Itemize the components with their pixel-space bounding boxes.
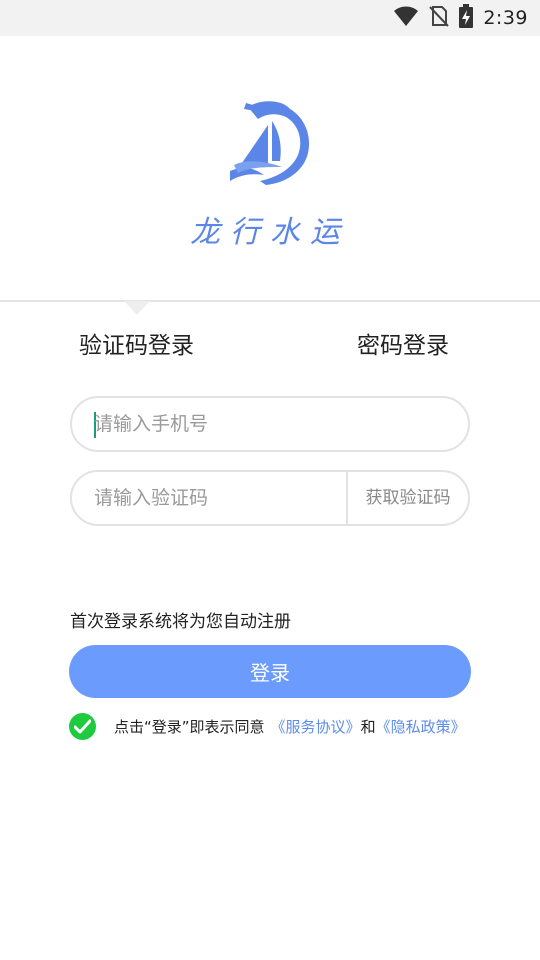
auto-register-hint: 首次登录系统将为您自动注册 <box>70 612 291 632</box>
code-field: 获取验证码 <box>70 470 470 526</box>
tab-divider <box>0 300 540 302</box>
tab-password-login[interactable]: 密码登录 <box>357 326 449 362</box>
app-logo: 龙行水运 <box>0 95 540 255</box>
brand-name: 龙行水运 <box>190 215 350 250</box>
dragon-sailboat-logo-icon <box>230 101 310 185</box>
status-time: 2:39 <box>483 7 528 29</box>
agreement-conjunction: 和 <box>360 718 376 736</box>
phone-field <box>70 396 470 452</box>
active-tab-indicator <box>124 301 150 315</box>
battery-charging-icon <box>459 4 474 32</box>
status-icons: 2:39 <box>393 0 528 36</box>
status-bar: 2:39 <box>0 0 540 36</box>
wifi-icon <box>393 5 419 31</box>
checkmark-icon <box>74 719 91 734</box>
login-button[interactable]: 登录 <box>69 645 471 698</box>
agreement-text: 点击“登录”即表示同意 《服务协议》和《隐私政策》 <box>114 716 466 737</box>
service-agreement-link[interactable]: 《服务协议》 <box>271 718 361 736</box>
get-code-button[interactable]: 获取验证码 <box>348 472 468 524</box>
agreement-prefix: 点击“登录”即表示同意 <box>114 718 265 736</box>
phone-input[interactable] <box>94 398 444 450</box>
tab-sms-login[interactable]: 验证码登录 <box>79 326 194 362</box>
privacy-policy-link[interactable]: 《隐私政策》 <box>376 718 466 736</box>
agreement-checkbox[interactable] <box>69 713 96 740</box>
no-sim-icon <box>429 5 450 31</box>
code-input[interactable] <box>94 472 334 524</box>
